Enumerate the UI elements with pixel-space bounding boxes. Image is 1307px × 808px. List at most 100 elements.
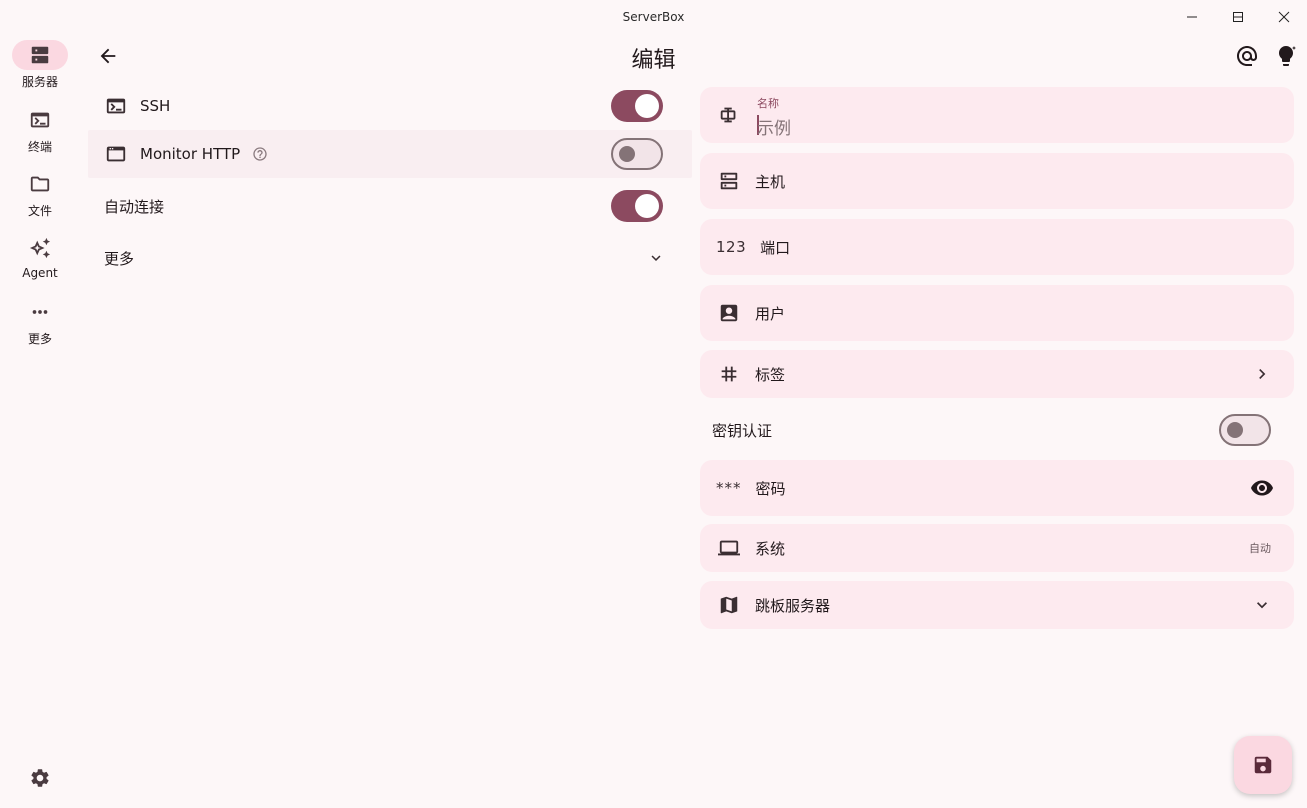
chevron-right-icon (1259, 369, 1266, 379)
switch-thumb (635, 194, 659, 218)
map-icon (720, 596, 738, 614)
key-auth-switch[interactable] (1219, 414, 1271, 446)
rail-item-servers[interactable]: 服务器 (0, 40, 80, 90)
server-icon-wrap (717, 169, 741, 193)
more-expander[interactable]: 更多 (88, 234, 692, 282)
label-icon-wrap (717, 103, 741, 127)
more-horiz-icon (32, 310, 48, 314)
tag-icon-wrap (717, 362, 741, 386)
account-box-icon (720, 304, 738, 322)
auto-connect-switch[interactable] (611, 190, 663, 222)
rail-item-files[interactable]: 文件 (0, 169, 80, 219)
chevron-down-icon (651, 255, 661, 261)
jump-server-expander[interactable]: 跳板服务器 (700, 581, 1294, 629)
host-field[interactable]: 主机 (700, 153, 1294, 209)
switch-thumb (635, 94, 659, 118)
system-value-wrap: 自动 (1249, 540, 1271, 556)
chevron-down-wrap (1252, 595, 1272, 615)
key-auth-row[interactable]: 密钥认证 (700, 405, 1294, 455)
password-dots-icon: *** (716, 479, 742, 497)
minimize-btn[interactable] (1169, 6, 1215, 28)
rail-item-more[interactable]: 更多 (0, 297, 80, 347)
rail-label: 文件 (27, 204, 52, 218)
text-label-icon (720, 107, 736, 123)
ssh-switch[interactable] (611, 90, 663, 122)
name-field-label: 名称 (757, 97, 779, 110)
browser-icon-wrap (104, 142, 128, 166)
contact-icon-wrap (717, 301, 741, 325)
switch-thumb (1227, 422, 1243, 438)
at-sign-button[interactable] (1232, 41, 1262, 71)
password-field[interactable]: *** 密码 (700, 460, 1294, 516)
title-bar: ServerBox (0, 0, 1307, 34)
rail-icon-wrap (12, 763, 68, 793)
auto-connect-label: 自动连接 (104, 197, 165, 216)
name-field-placeholder: 示例 (757, 119, 791, 139)
at-sign-icon (1237, 46, 1257, 66)
map-icon-wrap (717, 593, 741, 617)
visibility-toggle[interactable] (1250, 476, 1274, 500)
ssh-row[interactable]: SSH (88, 82, 692, 130)
password-label: 密码 (755, 479, 786, 498)
terminal-icon (30, 112, 50, 128)
window-title: ServerBox (622, 10, 685, 24)
expand-more-icon-wrap (646, 248, 666, 268)
rail-label: 服务器 (21, 75, 58, 89)
switch-thumb (619, 146, 635, 162)
page-title: 编辑 (631, 48, 676, 73)
auto-connect-row[interactable]: 自动连接 (88, 182, 692, 230)
monitor-http-label: Monitor HTTP (140, 145, 241, 163)
rail-item-terminal[interactable]: 终端 (0, 105, 80, 155)
save-button[interactable] (1234, 736, 1292, 794)
maximize-button[interactable] (1215, 6, 1261, 28)
chevron-down-icon (1257, 602, 1267, 609)
minimize-glyph-icon (1187, 16, 1197, 18)
ssh-label: SSH (140, 97, 171, 115)
rail-label: 更多 (27, 332, 52, 346)
eye-icon (1251, 480, 1273, 496)
close-icon (1278, 11, 1290, 23)
lightbulb-button[interactable] (1271, 41, 1301, 71)
server-icon (31, 46, 49, 64)
monitor-http-row[interactable]: Monitor HTTP (88, 130, 692, 178)
terminal-icon-wrap (104, 94, 128, 118)
tags-row[interactable]: 标签 (700, 350, 1294, 398)
laptop-icon-wrap (717, 536, 741, 560)
rail-active-indicator (12, 40, 68, 70)
terminal-icon (106, 98, 126, 114)
user-label: 用户 (755, 304, 786, 323)
system-row[interactable]: 系统 自动 (700, 524, 1294, 572)
question-circle-icon (253, 147, 267, 161)
more-label: 更多 (104, 249, 135, 268)
tags-label: 标签 (755, 365, 786, 384)
maximize-icon (1233, 12, 1243, 22)
rail-settings-button[interactable] (0, 763, 80, 793)
rail-icon-wrap (12, 233, 68, 263)
monitor-http-switch[interactable] (611, 138, 663, 170)
rail-icon-wrap (12, 105, 68, 135)
rail-item-agent[interactable]: Agent (0, 233, 80, 280)
system-label: 系统 (755, 539, 786, 558)
port-field[interactable]: 123 端口 (700, 219, 1294, 275)
server-outline-icon (720, 172, 738, 190)
browser-window-icon (106, 146, 126, 162)
host-label: 主机 (755, 172, 786, 191)
hashtag-icon (721, 366, 737, 382)
user-field[interactable]: 用户 (700, 285, 1294, 341)
back-button[interactable] (92, 40, 124, 72)
key-auth-label: 密钥认证 (712, 421, 773, 440)
nav-rail: 服务器 终端 文件 Agent 更多 (0, 34, 80, 808)
sparkle-icon (29, 237, 51, 259)
chevron-right-wrap (1252, 364, 1272, 384)
rail-label: Agent (22, 266, 58, 280)
name-field[interactable]: 名称 示例 (700, 87, 1294, 143)
help-icon[interactable] (252, 146, 268, 162)
app-window: ServerBox 服务器 终端 文件 Agent 更多 编辑 SSH Moni… (0, 0, 1307, 808)
numbers-icon: 123 (716, 238, 747, 256)
rail-icon-wrap (12, 297, 68, 327)
close-button[interactable] (1261, 6, 1307, 28)
gear-icon (31, 769, 49, 787)
system-value: 自动 (1249, 542, 1271, 555)
rail-label: 终端 (27, 140, 52, 154)
rail-icon-wrap (12, 169, 68, 199)
